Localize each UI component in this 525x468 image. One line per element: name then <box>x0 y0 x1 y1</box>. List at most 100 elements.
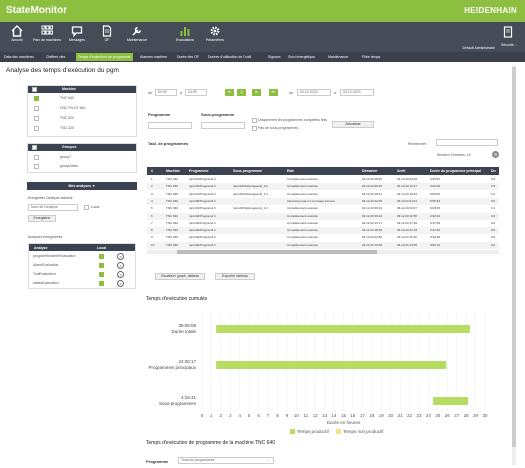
tab-time-filter[interactable]: Filtre temps <box>360 53 382 61</box>
table-cell: 03.12.23 09:24 <box>362 213 383 218</box>
table-cell: 2:5 <box>491 184 496 189</box>
select-all-groups-checkbox[interactable] <box>32 145 37 150</box>
local-checkbox[interactable] <box>84 205 89 210</box>
group-checkbox[interactable] <box>34 155 39 160</box>
program-select[interactable]: Tous les programmes ⌄ <box>178 457 274 464</box>
saved-analysis-item[interactable]: statesEvaluation <box>33 281 59 285</box>
my-analyses-toggle[interactable]: Mes analyses ▼ <box>27 182 137 190</box>
machine-name: TNC 320 <box>60 126 75 130</box>
analysis-name-input[interactable]: Nom de l'analyse <box>28 204 78 211</box>
toolbar-messages[interactable]: Messages <box>62 25 92 51</box>
date-from-input[interactable]: 02.12.2023 <box>297 89 331 96</box>
export-table-button[interactable]: Exporter tableau <box>215 273 255 280</box>
toolbar-evaluations[interactable]: Evaluations <box>170 25 200 51</box>
select-all-checkbox[interactable] <box>32 87 37 92</box>
toolbar-work-orders[interactable]: OF <box>92 25 122 51</box>
table-cell: 2:36:52 <box>430 177 441 181</box>
group-name: group2view <box>60 164 78 168</box>
table-row[interactable]: 9 TNC 640 \pro102\Program4.h Complètement e… <box>147 234 499 241</box>
machine-checkbox[interactable] <box>34 126 39 131</box>
table-row[interactable]: 2 TNC 640 \pro101\Program2.h \pro101\Subpro… <box>147 183 499 191</box>
table-cell: \pro101\Subprogram2_2.h <box>233 184 269 189</box>
x-tick-label: 0 <box>201 413 204 418</box>
delete-icon[interactable]: × <box>117 253 124 260</box>
saved-analysis-item[interactable]: ToolEvaluation <box>33 272 56 276</box>
table-row[interactable]: 1 TNC 640 \pro101\Program2.h Complètement e… <box>147 176 499 183</box>
table-cell: 3:17:09 <box>430 220 441 225</box>
delete-icon[interactable]: × <box>117 262 124 269</box>
delete-icon[interactable]: × <box>117 271 124 278</box>
view-graph-button[interactable]: Visualiser graph. tableau <box>155 273 205 280</box>
table-row[interactable]: 3 TNC 640 \pro101\Program2.h \pro101\Subpro… <box>147 191 499 198</box>
no-subprogram-checkbox[interactable] <box>252 126 257 131</box>
table-row[interactable]: 7 TNC 640 \pro102\Program2.h Complètement e… <box>147 220 499 227</box>
tab-maintenance[interactable]: Maintenance <box>326 53 350 61</box>
machine-checkbox[interactable] <box>34 116 39 121</box>
preset-button[interactable]: tj <box>237 89 246 96</box>
machine-checkbox[interactable] <box>34 96 39 101</box>
tab-program-runtime[interactable]: Temps d'exécution de programme <box>76 53 133 61</box>
table-row[interactable]: 4 TNC 640 \pro100\Program3.h Interrompu par… <box>147 197 499 205</box>
preset-button[interactable]: ts <box>252 89 261 96</box>
local-checkbox[interactable] <box>99 263 104 268</box>
local-checkbox[interactable] <box>99 281 104 286</box>
table-row[interactable]: 6 TNC 640 \pro102\Program1.h Complètement e… <box>147 212 499 220</box>
date-to-input[interactable]: 04.12.2023 <box>340 89 374 96</box>
table-cell: 1:0 <box>491 191 496 196</box>
table-cell: 0:0 <box>491 220 496 225</box>
local-checkbox[interactable] <box>99 254 104 259</box>
only-complete-checkbox[interactable] <box>252 118 257 123</box>
tab-order-duration[interactable]: Durée des OF <box>175 53 201 61</box>
machine-checkbox[interactable] <box>34 106 39 111</box>
category-label: Durée totale <box>171 329 196 334</box>
preset-button[interactable]: fm <box>269 89 278 96</box>
table-row[interactable]: 8 TNC 640 \pro102\Program3.h Complètement e… <box>147 227 499 235</box>
x-tick-label: 2 <box>220 413 223 418</box>
saved-analyses-label: Analyses enregistrées <box>28 235 63 239</box>
tab-machine-alarms[interactable]: Alarmes machine <box>138 53 169 61</box>
table-cell: 03.12.23 21:19 <box>397 228 418 233</box>
table-cell: 2:21:54 <box>430 228 441 233</box>
tab-energy[interactable]: Suivi énergétique <box>286 53 317 61</box>
save-analysis-button[interactable]: Enregistrer <box>28 215 56 222</box>
tab-key-figures[interactable]: Chiffres clés <box>44 53 67 61</box>
toolbar-machine-park[interactable]: Parc de machines <box>32 25 62 51</box>
table-cell: TNC 640 <box>166 228 179 233</box>
saved-analysis-item[interactable]: AlarmEvaluation <box>33 263 58 267</box>
table-cell: Complètement exécuté <box>287 191 318 196</box>
preset-button[interactable]: ts <box>225 89 234 96</box>
program-input[interactable] <box>148 122 192 129</box>
local-checkbox[interactable] <box>99 272 104 277</box>
toolbar-settings[interactable]: Paramètres <box>200 25 230 51</box>
top-bar: StateMonitor HEIDENHAIN <box>0 0 525 22</box>
start-hour-select[interactable]: 00:00 <box>155 89 177 96</box>
current-user[interactable]: Default Administrator <box>463 46 496 50</box>
toolbar-home[interactable]: Accueil <box>2 25 32 51</box>
settings-icon[interactable]: ⚙ <box>492 151 499 158</box>
table-cell: TNC 640 <box>166 177 179 181</box>
delete-icon[interactable]: × <box>117 280 124 287</box>
tab-signals[interactable]: Signaux <box>266 53 283 61</box>
refresh-button[interactable]: Actualiser <box>332 121 374 128</box>
toolbar-maintenance[interactable]: Maintenance <box>122 25 152 51</box>
table-search-input[interactable] <box>436 139 498 146</box>
subprogram-input[interactable] <box>201 122 245 129</box>
table-header: # Machine Programme Sous-programme Etat … <box>147 167 499 175</box>
local-label: Local <box>91 205 100 209</box>
table-cell: 03.12.23 18:46 <box>362 228 383 233</box>
tab-tool-usage[interactable]: Durées d'utilisation de l'outil <box>206 53 253 61</box>
table-cell: \pro101\Subprogram1_1.h <box>233 206 269 211</box>
app-title: StateMonitor <box>6 5 68 16</box>
table-row[interactable]: 10 TNC 640 \pro102\Program5.h Complètement … <box>147 241 499 249</box>
saved-analysis-item[interactable]: programRuntimeEvaluation <box>33 254 75 258</box>
legend-label: Temps non productif <box>343 429 384 434</box>
end-hour-select[interactable]: 24:00 <box>185 89 207 96</box>
horizontal-scrollbar[interactable] <box>147 250 499 254</box>
table-row[interactable]: 5 TNC 640 \pro101\Program1.h \pro101\Subpro… <box>147 205 499 212</box>
machine-park-icon <box>41 25 53 35</box>
x-tick-label: 16 <box>350 413 356 418</box>
group-checkbox[interactable] <box>34 164 39 169</box>
logout-button[interactable]: Sécurité... <box>501 25 517 47</box>
tab-machine-data[interactable]: Data des machines <box>2 53 36 61</box>
page-scrollbar[interactable] <box>512 65 516 465</box>
